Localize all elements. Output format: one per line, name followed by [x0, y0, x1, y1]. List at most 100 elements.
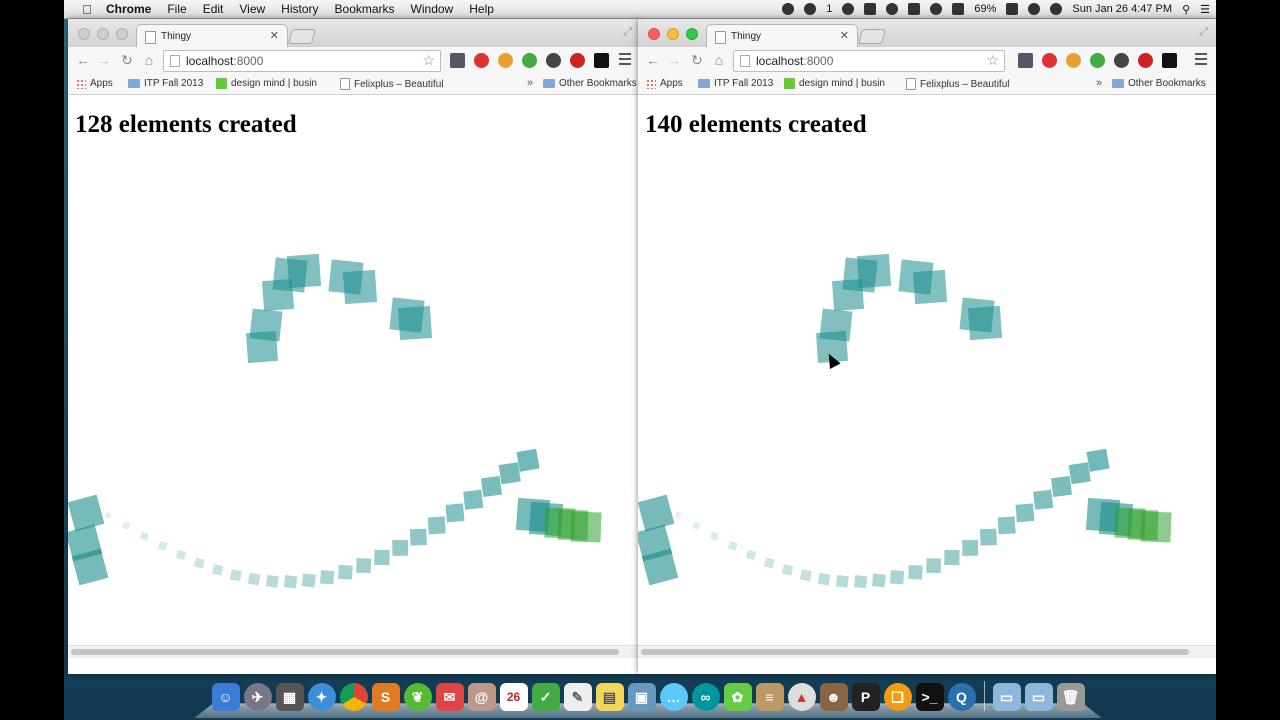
- messages-icon[interactable]: …: [659, 683, 688, 711]
- calendar-icon[interactable]: 26: [499, 683, 528, 711]
- bookmark-felixplus[interactable]: Felixplus – Beautiful: [340, 78, 444, 90]
- quicktime-icon[interactable]: Q: [947, 683, 976, 711]
- stickies-icon[interactable]: ▤: [595, 683, 624, 711]
- close-window-icon[interactable]: [78, 28, 90, 40]
- record-icon[interactable]: [782, 3, 795, 15]
- leaf-app-icon[interactable]: ❦: [403, 683, 432, 711]
- back-icon[interactable]: ←: [644, 52, 662, 68]
- arduino-icon[interactable]: ∞: [691, 683, 720, 711]
- close-window-icon[interactable]: [648, 28, 660, 40]
- bookmark-felixplus[interactable]: Felixplus – Beautiful: [906, 78, 1010, 90]
- battery-icon[interactable]: [1006, 3, 1019, 15]
- extension-grid-icon[interactable]: [1018, 53, 1033, 68]
- menu-window[interactable]: Window: [403, 2, 462, 16]
- menu-help[interactable]: Help: [461, 2, 502, 16]
- mail-stamp-icon[interactable]: ✉: [435, 683, 464, 711]
- menu-edit[interactable]: Edit: [195, 2, 232, 16]
- extension-adblock-icon[interactable]: [474, 53, 489, 68]
- extension-map-pin-icon[interactable]: [522, 53, 537, 68]
- messages-status-icon[interactable]: [864, 3, 877, 15]
- time-machine-icon[interactable]: [1028, 3, 1041, 15]
- bookmark-design-mind[interactable]: design mind | busin: [784, 78, 885, 89]
- downloads-folder-icon[interactable]: ▭: [1024, 683, 1053, 711]
- bookmark-other[interactable]: Other Bookmarks: [1112, 78, 1206, 89]
- tab-close-icon[interactable]: ✕: [840, 29, 849, 42]
- menu-bookmarks[interactable]: Bookmarks: [327, 2, 403, 16]
- fullscreen-icon[interactable]: ⤢: [1199, 26, 1208, 39]
- bookmarks-overflow-icon[interactable]: »: [1096, 77, 1102, 89]
- forward-icon[interactable]: →: [95, 52, 113, 68]
- chrome-menu-icon[interactable]: [1195, 53, 1207, 65]
- menu-file[interactable]: File: [159, 2, 194, 16]
- bookmark-itp-fall-2013[interactable]: ITP Fall 2013: [698, 78, 773, 89]
- bookmark-design-mind[interactable]: design mind | busin: [216, 78, 317, 89]
- notification-center-icon[interactable]: ☰: [1200, 3, 1210, 16]
- zoom-window-icon[interactable]: [116, 28, 128, 40]
- chrome-icon[interactable]: [339, 683, 368, 711]
- extension-adblock-icon[interactable]: [1042, 53, 1057, 68]
- tab-thingy[interactable]: Thingy ✕: [136, 24, 288, 48]
- extension-badge-icon[interactable]: [1162, 53, 1177, 68]
- extension-badge-icon[interactable]: [594, 53, 609, 68]
- home-icon[interactable]: ⌂: [710, 52, 728, 68]
- evernote-status-icon[interactable]: [804, 3, 817, 15]
- address-bar[interactable]: localhost:8000 ☆: [163, 50, 441, 72]
- ibooks-icon[interactable]: ❏: [883, 683, 912, 711]
- preview-icon[interactable]: ▣: [627, 683, 656, 711]
- new-tab-button[interactable]: [857, 29, 887, 44]
- menu-view[interactable]: View: [231, 2, 273, 16]
- drive-icon[interactable]: [842, 3, 855, 15]
- address-bar[interactable]: localhost:8000 ☆: [733, 50, 1005, 72]
- battery-percentage[interactable]: 69%: [974, 3, 996, 15]
- database-icon[interactable]: ≡: [755, 683, 784, 711]
- finder-icon[interactable]: ☺: [211, 683, 240, 711]
- bluetooth-icon[interactable]: [930, 3, 943, 15]
- bookmark-apps[interactable]: Apps: [76, 78, 113, 89]
- bookmark-apps[interactable]: Apps: [646, 78, 683, 89]
- mission-control-icon[interactable]: ▦: [275, 683, 304, 711]
- extension-gear-icon[interactable]: [1114, 53, 1129, 68]
- bookmark-other[interactable]: Other Bookmarks: [543, 78, 637, 89]
- sublime-text-icon[interactable]: S: [371, 683, 400, 711]
- apple-menu-icon[interactable]: : [76, 2, 98, 17]
- extension-gear-icon[interactable]: [546, 53, 561, 68]
- extension-pinterest-icon[interactable]: [570, 53, 585, 68]
- tab-thingy[interactable]: Thingy ✕: [706, 24, 858, 48]
- minimize-window-icon[interactable]: [97, 28, 109, 40]
- forward-icon[interactable]: →: [665, 52, 683, 68]
- horizontal-scrollbar[interactable]: [68, 645, 640, 658]
- volume-icon[interactable]: [952, 3, 965, 15]
- reload-icon[interactable]: ↻: [688, 52, 706, 69]
- rocket-app-icon[interactable]: ▲: [787, 683, 816, 711]
- extension-cookie-icon[interactable]: [1066, 53, 1081, 68]
- safari-icon[interactable]: ✦: [307, 683, 336, 711]
- bookmark-star-icon[interactable]: ☆: [422, 52, 435, 69]
- fullscreen-icon[interactable]: ⤢: [623, 26, 632, 39]
- character-app-icon[interactable]: ☻: [819, 683, 848, 711]
- contacts-icon[interactable]: @: [467, 683, 496, 711]
- bookmarks-overflow-icon[interactable]: »: [527, 77, 533, 89]
- reload-icon[interactable]: ↻: [118, 52, 136, 69]
- scrollbar-thumb[interactable]: [641, 649, 1189, 655]
- wifi-icon[interactable]: [1050, 3, 1063, 15]
- extension-pinterest-icon[interactable]: [1138, 53, 1153, 68]
- horizontal-scrollbar[interactable]: [638, 645, 1216, 658]
- bookmark-star-icon[interactable]: ☆: [986, 52, 999, 69]
- launchpad-icon[interactable]: ✈: [243, 683, 272, 711]
- menu-clock[interactable]: Sun Jan 26 4:47 PM: [1072, 3, 1172, 15]
- zoom-window-icon[interactable]: [686, 28, 698, 40]
- back-icon[interactable]: ←: [74, 52, 92, 68]
- menu-app-name[interactable]: Chrome: [98, 2, 159, 16]
- notification-count[interactable]: 1: [826, 3, 832, 15]
- textedit-icon[interactable]: ✎: [563, 683, 592, 711]
- menu-history[interactable]: History: [273, 2, 326, 16]
- dropbox-icon[interactable]: [886, 3, 899, 15]
- scrollbar-thumb[interactable]: [71, 649, 619, 655]
- terminal-icon[interactable]: >_: [915, 683, 944, 711]
- extension-grid-icon[interactable]: [450, 53, 465, 68]
- spotlight-icon[interactable]: ⚲: [1182, 3, 1190, 16]
- trash-icon[interactable]: 🗑: [1056, 683, 1085, 711]
- airplay-icon[interactable]: [908, 3, 921, 15]
- applications-folder-icon[interactable]: ▭: [992, 683, 1021, 711]
- chrome-menu-icon[interactable]: [619, 53, 631, 65]
